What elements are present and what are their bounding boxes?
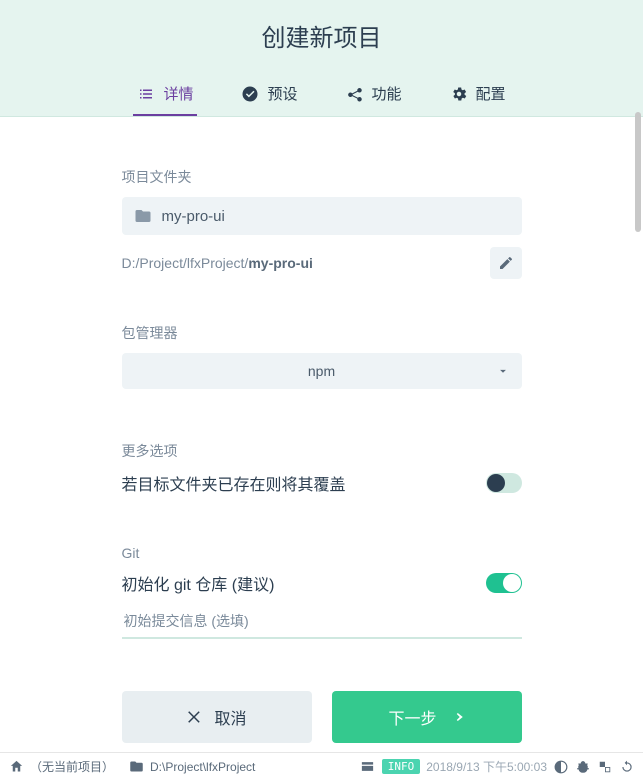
git-section: Git 初始化 git 仓库 (建议) [122,545,522,639]
overwrite-toggle[interactable] [486,473,522,493]
close-icon [186,708,204,726]
log-icon[interactable] [360,759,376,775]
git-label: Git [122,545,522,561]
package-manager-section: 包管理器 npm [122,323,522,389]
list-icon [137,85,155,103]
tab-config[interactable]: 配置 [446,73,510,116]
pencil-icon [498,255,514,271]
cancel-label: 取消 [214,705,246,729]
log-level-badge[interactable]: INFO [382,759,421,774]
home-icon[interactable] [8,759,24,775]
project-folder-label: 项目文件夹 [122,167,522,187]
bug-icon[interactable] [575,759,591,775]
settings-icon [450,85,468,103]
tab-label: 配置 [476,83,506,104]
next-label: 下一步 [388,705,436,729]
tab-label: 功能 [372,83,402,104]
overwrite-label: 若目标文件夹已存在则将其覆盖 [122,471,346,495]
chevron-down-icon [496,364,510,378]
project-folder-name: my-pro-ui [162,208,225,225]
status-path[interactable]: D:\Project\lfxProject [150,760,255,774]
status-datetime: 2018/9/13 下午5:00:03 [426,758,547,775]
refresh-icon[interactable] [619,759,635,775]
arrow-right-icon [447,708,465,726]
more-options-label: 更多选项 [122,441,522,461]
share-icon [346,85,364,103]
git-commit-input[interactable] [122,605,522,639]
folder-icon[interactable] [128,759,144,775]
tabs: 详情 预设 功能 配置 [0,73,643,116]
git-init-toggle[interactable] [486,573,522,593]
more-options-section: 更多选项 若目标文件夹已存在则将其覆盖 [122,441,522,495]
project-path: D:/Project/lfxProject/my-pro-ui [122,255,313,271]
tab-label: 详情 [163,83,193,104]
tab-label: 预设 [267,83,297,104]
statusbar: （无当前项目） D:\Project\lfxProject INFO 2018/… [0,752,643,780]
tab-features[interactable]: 功能 [342,73,406,116]
cancel-button[interactable]: 取消 [122,691,312,743]
scrollbar[interactable] [635,112,641,232]
check-circle-icon [241,85,259,103]
contrast-icon[interactable] [553,759,569,775]
edit-path-button[interactable] [490,247,522,279]
project-folder-input[interactable]: my-pro-ui [122,197,522,235]
package-manager-value: npm [308,363,335,379]
tab-presets[interactable]: 预设 [237,73,301,116]
package-manager-label: 包管理器 [122,323,522,343]
status-no-project: （无当前项目） [30,758,114,775]
next-button[interactable]: 下一步 [332,691,522,743]
page-title: 创建新项目 [0,18,643,53]
folder-icon [134,207,152,225]
git-init-label: 初始化 git 仓库 (建议) [122,571,275,595]
tab-details[interactable]: 详情 [133,73,197,116]
translate-icon[interactable] [597,759,613,775]
project-folder-section: 项目文件夹 my-pro-ui D:/Project/lfxProject/my… [122,167,522,279]
package-manager-select[interactable]: npm [122,353,522,389]
